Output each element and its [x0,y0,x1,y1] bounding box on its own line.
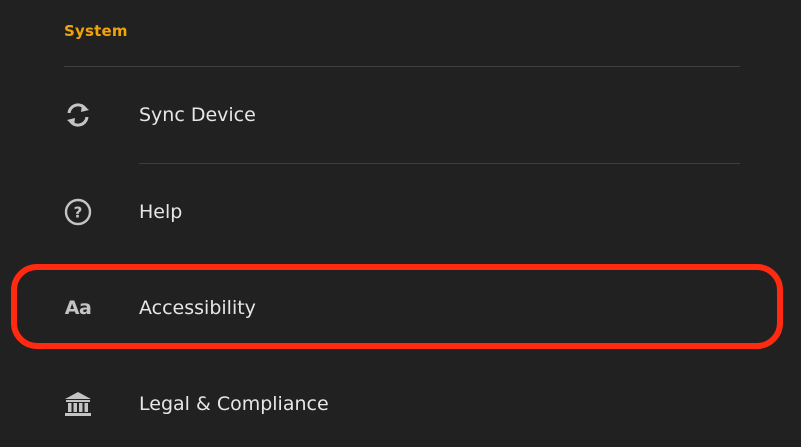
sync-icon [62,99,94,131]
section-divider [64,66,740,67]
settings-item-help[interactable]: ? Help [40,182,760,242]
bank-icon [62,388,94,420]
svg-text:?: ? [74,204,83,222]
section-title: System [64,22,128,40]
settings-item-label: Help [139,201,183,223]
settings-item-accessibility[interactable]: Aa Accessibility [40,278,760,338]
settings-item-label: Accessibility [139,297,256,319]
settings-page: System Sync Device ? Help Aa Accessibili… [0,0,801,447]
settings-item-label: Legal & Compliance [139,393,329,415]
help-circle-icon: ? [62,196,94,228]
settings-item-label: Sync Device [139,104,256,126]
settings-item-legal-compliance[interactable]: Legal & Compliance [40,374,760,434]
settings-item-sync-device[interactable]: Sync Device [40,85,760,145]
text-size-icon: Aa [64,297,92,319]
item-divider [139,163,740,164]
